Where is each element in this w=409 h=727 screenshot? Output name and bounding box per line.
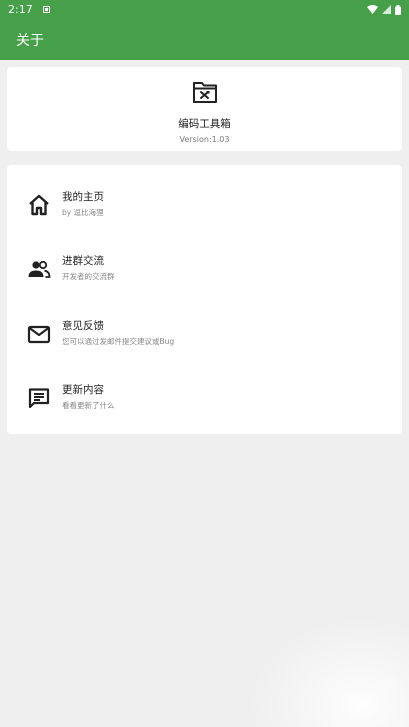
- battery-icon: [395, 4, 401, 15]
- menu-item-title: 意见反馈: [62, 320, 104, 332]
- status-time: 2:17: [8, 3, 33, 16]
- app-bar: 2:17 关于: [0, 0, 409, 60]
- page-title: 关于: [16, 32, 44, 49]
- toolbar: 关于: [0, 19, 409, 60]
- menu-card: 我的主页 by 逗比海狸 进群交流 开发者的交流群 意见反馈 您可以通过发邮件提…: [7, 165, 402, 434]
- menu-item-changelog[interactable]: 更新内容 看看更新了什么: [7, 380, 402, 430]
- menu-item-homepage[interactable]: 我的主页 by 逗比海狸: [7, 187, 402, 237]
- signal-icon: [382, 5, 391, 14]
- menu-item-title: 进群交流: [62, 255, 104, 267]
- home-icon: [29, 194, 49, 216]
- menu-item-subtitle: by 逗比海狸: [62, 208, 104, 217]
- menu-item-subtitle: 开发者的交流群: [62, 272, 115, 281]
- screen-glare: [249, 617, 409, 727]
- app-version: Version:1.03: [179, 135, 230, 144]
- group-icon: [28, 260, 51, 278]
- menu-item-group-chat[interactable]: 进群交流 开发者的交流群: [7, 251, 402, 301]
- notification-icon: [42, 6, 50, 13]
- menu-item-subtitle: 您可以通过发邮件提交建议或Bug: [62, 337, 175, 346]
- menu-item-subtitle: 看看更新了什么: [62, 401, 115, 410]
- app-info-card: 编码工具箱 Version:1.03: [7, 67, 402, 151]
- menu-item-title: 我的主页: [62, 191, 104, 203]
- menu-item-title: 更新内容: [62, 384, 104, 396]
- toolbox-folder-icon: [193, 82, 217, 103]
- wifi-icon: [367, 5, 378, 14]
- mail-icon: [27, 325, 51, 344]
- message-icon: [28, 388, 50, 409]
- status-bar: 2:17: [0, 0, 409, 19]
- app-name: 编码工具箱: [178, 118, 231, 130]
- menu-item-feedback[interactable]: 意见反馈 您可以通过发邮件提交建议或Bug: [7, 316, 402, 366]
